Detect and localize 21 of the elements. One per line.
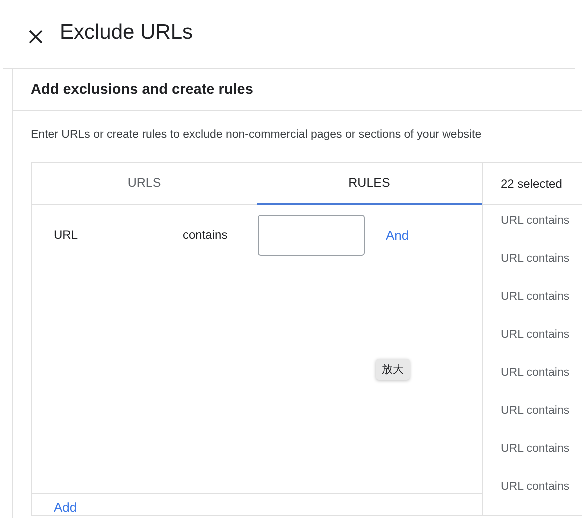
selected-rule: URL contains xyxy=(501,214,571,229)
selected-rule: URL contains xyxy=(501,404,571,419)
selected-rule: URL contains xyxy=(501,328,571,343)
selected-rule: URL contains xyxy=(501,252,571,267)
selected-rule: URL contains xyxy=(501,366,571,381)
tab[interactable]: RULES xyxy=(257,163,482,205)
close-icon[interactable] xyxy=(28,29,44,45)
rule-value-field[interactable] xyxy=(258,214,365,256)
selected-rule: URL contains xyxy=(501,442,571,457)
section-heading: Add exclusions and create rules xyxy=(13,69,582,111)
and-link[interactable]: And xyxy=(386,228,410,242)
selected-rule: URL contains xyxy=(501,290,571,305)
section-description: Enter URLs or create rules to exclude non-commercial pages or sections of your website xyxy=(30,128,483,143)
rule-field: URL xyxy=(54,228,183,242)
selected-count: 22 selected xyxy=(483,163,582,205)
selected-rule: URL contains xyxy=(501,480,571,495)
add-link[interactable]: Add xyxy=(54,500,78,515)
dialog-title: Exclude URLs xyxy=(60,21,194,46)
tooltip: 放大 xyxy=(376,359,410,380)
rule-operator: contains xyxy=(183,228,229,242)
tab[interactable]: URLS xyxy=(32,163,257,205)
